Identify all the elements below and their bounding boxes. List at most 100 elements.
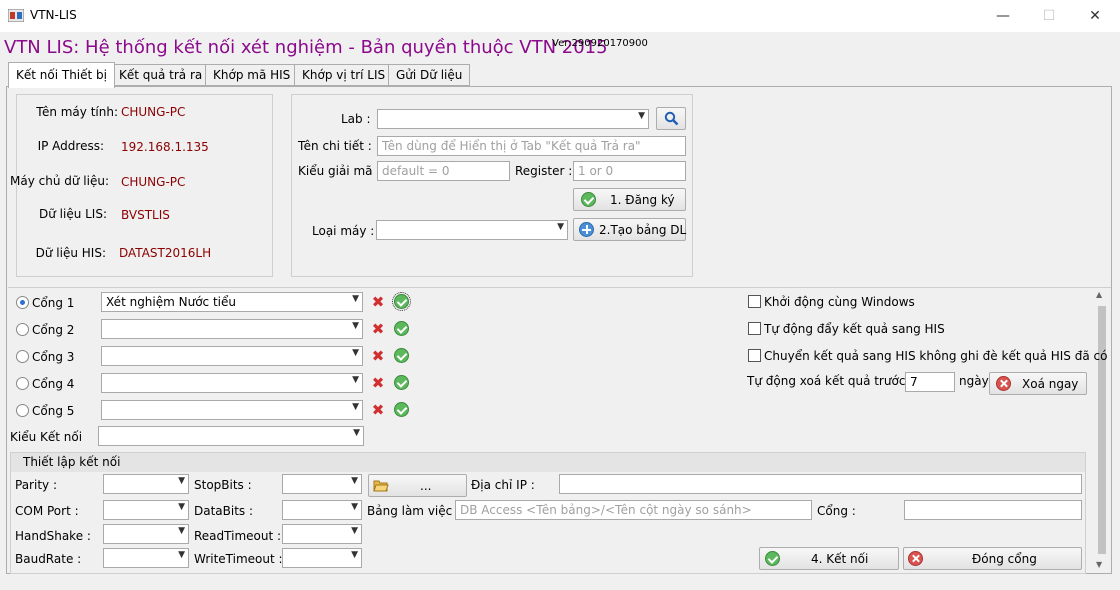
ip-address-value: 192.168.1.135 [121, 140, 209, 154]
port-device-select[interactable]: Xét nghiệm Nước tiểu ▼ [101, 292, 363, 312]
connection-type-select[interactable]: ▼ [98, 426, 364, 446]
confirm-port-icon[interactable] [394, 321, 409, 336]
connection-type-label: Kiểu Kết nối [10, 430, 83, 444]
chevron-down-icon: ▼ [351, 502, 358, 512]
databits-select[interactable]: ▼ [282, 500, 362, 520]
tab-lis-position-mapping[interactable]: Khớp vị trí LIS [294, 64, 394, 86]
auto-delete-days-input[interactable]: 7 [905, 372, 955, 392]
create-table-button[interactable]: 2.Tạo bảng DL [573, 218, 686, 241]
delete-now-button[interactable]: Xoá ngay [989, 372, 1087, 395]
machine-type-select[interactable]: ▼ [376, 220, 568, 240]
tab-device-connection[interactable]: Kết nối Thiết bị [8, 62, 115, 88]
computer-name-value: CHUNG-PC [121, 105, 186, 119]
register-button[interactable]: 1. Đăng ký [573, 188, 686, 211]
worktable-label: Bảng làm việc : [367, 504, 461, 518]
tab-results[interactable]: Kết quả trả ra [111, 64, 211, 86]
chevron-down-icon: ▼ [351, 476, 358, 486]
port-device-select[interactable]: ▼ [101, 346, 363, 366]
settings-title: Thiết lập kết nối [23, 455, 121, 469]
minimize-button[interactable]: — [980, 0, 1026, 32]
close-circle-icon [908, 551, 923, 566]
machine-info-panel: Tên máy tính: CHUNG-PC IP Address: 192.1… [10, 94, 273, 277]
port-label: Cổng 4 [32, 377, 75, 391]
his-database-label: Dữ liệu HIS: [35, 246, 106, 260]
chevron-down-icon: ▼ [178, 550, 185, 560]
chevron-down-icon: ▼ [178, 476, 185, 486]
lab-label: Lab : [341, 112, 371, 126]
tab-his-code-mapping[interactable]: Khớp mã HIS [205, 64, 299, 86]
write-timeout-select[interactable]: ▼ [282, 548, 362, 568]
com-port-select[interactable]: ▼ [103, 500, 189, 520]
parity-select[interactable]: ▼ [103, 474, 189, 494]
decode-type-label: Kiểu giải mã : [298, 164, 381, 178]
baudrate-select[interactable]: ▼ [103, 548, 189, 568]
remove-port-icon[interactable]: ✖ [371, 349, 385, 364]
confirm-port-icon[interactable] [394, 348, 409, 363]
connect-button[interactable]: 4. Kết nối [759, 547, 899, 570]
handshake-label: HandShake : [15, 529, 91, 543]
remove-port-icon[interactable]: ✖ [371, 295, 385, 310]
worktable-input[interactable]: DB Access <Tên bảng>/<Tên cột ngày so sá… [455, 500, 812, 520]
detail-name-label: Tên chi tiết : [298, 139, 372, 153]
maximize-button[interactable]: ☐ [1026, 0, 1072, 32]
confirm-port-icon[interactable] [392, 292, 411, 311]
app-header-title: VTN LIS: Hệ thống kết nối xét nghiệm - B… [4, 37, 608, 58]
window-title: VTN-LIS [30, 8, 77, 22]
handshake-select[interactable]: ▼ [103, 524, 189, 544]
vertical-scrollbar[interactable]: ▲ ▼ [1094, 288, 1110, 573]
port-device-select[interactable]: ▼ [101, 373, 363, 393]
stopbits-select[interactable]: ▼ [282, 474, 362, 494]
chevron-down-icon: ▼ [178, 502, 185, 512]
lab-search-button[interactable] [656, 107, 686, 130]
close-button[interactable]: ✕ [1072, 0, 1118, 32]
detail-name-input[interactable]: Tên dùng để Hiển thị ở Tab "Kết quả Trả … [377, 136, 686, 156]
port-label: Cổng 2 [32, 323, 75, 337]
ip-address-label: IP Address: [37, 139, 104, 153]
delete-icon [996, 376, 1011, 391]
remove-port-icon[interactable]: ✖ [371, 322, 385, 337]
baudrate-label: BaudRate : [15, 552, 82, 566]
check-circle-icon [581, 192, 596, 207]
port-device-select[interactable]: ▼ [101, 400, 363, 420]
port-radio[interactable] [16, 377, 29, 390]
port-radio[interactable] [16, 323, 29, 336]
chevron-down-icon: ▼ [638, 111, 645, 121]
parity-label: Parity : [15, 478, 57, 492]
port-radio[interactable] [16, 296, 29, 309]
auto-push-his-label: Tự động đẩy kết quả sang HIS [764, 322, 945, 336]
startup-windows-checkbox[interactable] [748, 295, 761, 308]
browse-folder-button[interactable]: ... [368, 474, 467, 497]
confirm-port-icon[interactable] [394, 375, 409, 390]
days-label: ngày [959, 374, 989, 388]
port-radio[interactable] [16, 404, 29, 417]
remove-port-icon[interactable]: ✖ [371, 376, 385, 391]
ip-address-label-settings: Địa chỉ IP : [471, 478, 535, 492]
register-input[interactable]: 1 or 0 [573, 161, 686, 181]
push-no-overwrite-checkbox[interactable] [748, 349, 761, 362]
chevron-down-icon: ▼ [352, 321, 359, 331]
scroll-up-icon[interactable]: ▲ [1096, 290, 1102, 299]
port-radio[interactable] [16, 350, 29, 363]
decode-type-input[interactable]: default = 0 [377, 161, 510, 181]
folder-open-icon [373, 480, 389, 492]
scroll-down-icon[interactable]: ▼ [1096, 560, 1102, 569]
scrollbar-thumb[interactable] [1098, 306, 1106, 554]
confirm-port-icon[interactable] [394, 402, 409, 417]
lab-select[interactable]: ▼ [377, 109, 649, 129]
write-timeout-label: WriteTimeout : [194, 552, 283, 566]
computer-name-label: Tên máy tính: [36, 105, 118, 119]
port-device-select[interactable]: ▼ [101, 319, 363, 339]
lab-registration-panel: Lab : ▼ Tên chi tiết : Tên dùng để Hiển … [291, 94, 693, 277]
lis-database-value: BVSTLIS [121, 208, 170, 222]
close-port-button[interactable]: Đóng cổng [903, 547, 1082, 570]
auto-push-his-checkbox[interactable] [748, 322, 761, 335]
ip-address-input[interactable] [559, 474, 1082, 494]
read-timeout-select[interactable]: ▼ [282, 524, 362, 544]
chevron-down-icon: ▼ [352, 402, 359, 412]
app-version: Ver:290920170900 [552, 38, 648, 49]
port-input[interactable] [904, 500, 1082, 520]
port-label: Cổng 3 [32, 350, 75, 364]
tab-send-data[interactable]: Gửi Dữ liệu [388, 64, 471, 86]
com-port-label: COM Port : [15, 504, 79, 518]
remove-port-icon[interactable]: ✖ [371, 403, 385, 418]
